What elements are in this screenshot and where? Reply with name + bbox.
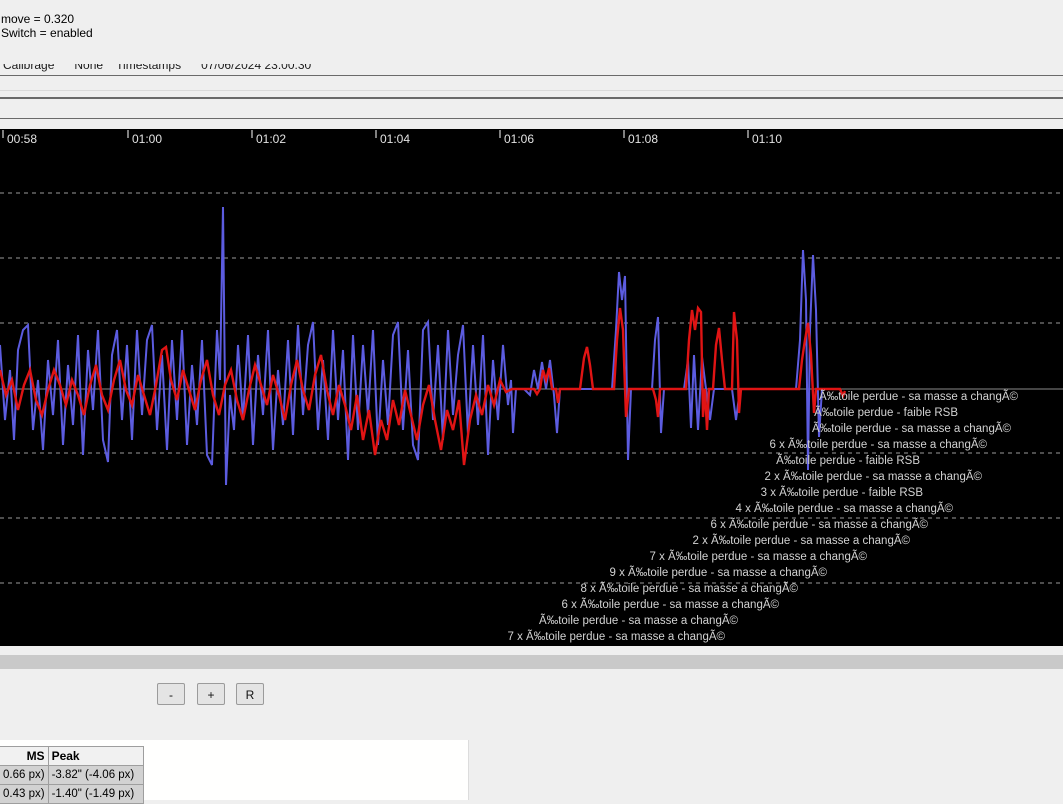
event-message: 2 x Ã‰toile perdue - sa masse a changÃ©: [692, 535, 910, 547]
splitter-band[interactable]: [0, 655, 1063, 669]
param-line-switch: Switch = enabled: [1, 26, 93, 40]
event-message: Ã‰toile perdue - sa masse a changÃ©: [812, 423, 1011, 435]
stats-table: MS Peak 0.66 px) -3.82" (-4.06 px) 0.43 px…: [0, 746, 144, 804]
separator-line: [0, 75, 1063, 76]
separator-line: [0, 90, 1063, 91]
event-message: Ã‰toile perdue - faible RSB: [776, 455, 920, 467]
stats-header-row: MS Peak: [0, 746, 144, 766]
event-message: 7 x Ã‰toile perdue - sa masse a changÃ©: [507, 631, 725, 643]
stats-row: 0.66 px) -3.82" (-4.06 px): [0, 765, 144, 785]
x-tick-label: 00:58: [7, 132, 38, 146]
event-message: 6 x Ã‰toile perdue - sa masse a changÃ©: [769, 439, 987, 451]
guide-graph: 00:58 01:00 01:02 01:04 01:06 01:08 01:10 Ã‰to…: [0, 129, 1063, 646]
guide-graph-canvas: [0, 130, 1063, 584]
stats-header-peak: Peak: [47, 746, 144, 766]
separator-line: [0, 118, 1063, 119]
stats-row: 0.43 px) -1.40" (-1.49 px): [0, 784, 144, 804]
zoom-in-button[interactable]: +: [197, 683, 225, 705]
status-row-clipped: Calibrage None Timestamps 07/06/2024 23:…: [3, 64, 1063, 75]
reset-button[interactable]: R: [236, 683, 264, 705]
x-tick-label: 01:00: [132, 132, 163, 146]
x-tick-label: 01:10: [752, 132, 783, 146]
event-message: Ã‰toile perdue - sa masse a changÃ©: [539, 615, 738, 627]
stats-header-rms: MS: [0, 746, 49, 766]
param-line-move: move = 0.320: [1, 12, 75, 26]
stats-panel: MS Peak 0.66 px) -3.82" (-4.06 px) 0.43 px…: [0, 740, 469, 804]
event-message: 6 x Ã‰toile perdue - sa masse a changÃ©: [710, 519, 928, 531]
zoom-out-button[interactable]: -: [157, 683, 185, 705]
stats-cell: 0.66 px): [0, 765, 49, 785]
event-message: Ã‰toile perdue - sa masse a changÃ©: [819, 391, 1018, 403]
app-window: move = 0.320 Switch = enabled Calibrage …: [0, 0, 1063, 804]
event-message: 6 x Ã‰toile perdue - sa masse a changÃ©: [561, 599, 779, 611]
event-message: Ã‰toile perdue - faible RSB: [814, 407, 958, 419]
event-message: 8 x Ã‰toile perdue - sa masse a changÃ©: [580, 583, 798, 595]
x-tick-label: 01:02: [256, 132, 287, 146]
stats-cell: 0.43 px): [0, 784, 49, 804]
event-message: 3 x Ã‰toile perdue - faible RSB: [760, 487, 923, 499]
stats-cell: -1.40" (-1.49 px): [47, 784, 144, 804]
event-message: 7 x Ã‰toile perdue - sa masse a changÃ©: [649, 551, 867, 563]
event-message: 4 x Ã‰toile perdue - sa masse a changÃ©: [735, 503, 953, 515]
event-message: 9 x Ã‰toile perdue - sa masse a changÃ©: [609, 567, 827, 579]
stats-cell: -3.82" (-4.06 px): [47, 765, 144, 785]
guide-params-text: move = 0.320 Switch = enabled: [1, 12, 93, 40]
x-tick-label: 01:06: [504, 132, 535, 146]
separator-line: [0, 97, 1063, 99]
event-message: 2 x Ã‰toile perdue - sa masse a changÃ©: [764, 471, 982, 483]
status-row-text: Calibrage None Timestamps 07/06/2024 23:…: [3, 64, 312, 72]
x-tick-label: 01:08: [628, 132, 659, 146]
trace-RA-blue: [0, 206, 823, 486]
x-tick-label: 01:04: [380, 132, 411, 146]
